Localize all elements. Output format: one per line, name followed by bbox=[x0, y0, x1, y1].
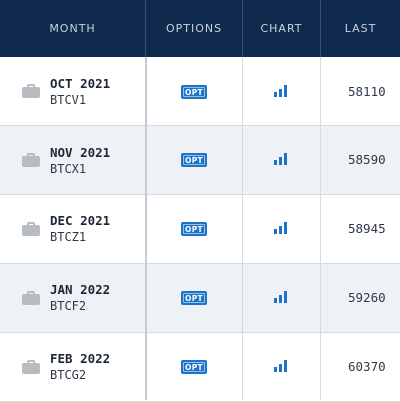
contract-code: BTCV1 bbox=[50, 93, 87, 107]
header-chart[interactable]: CHART bbox=[243, 0, 320, 57]
table-row[interactable]: FEB 2022 BTCG2 OPT 60370 bbox=[0, 333, 400, 402]
header-last[interactable]: LAST bbox=[321, 0, 400, 57]
contract-code: BTCG2 bbox=[50, 368, 87, 382]
last-price: 60370 bbox=[348, 359, 386, 374]
bar-chart-icon[interactable] bbox=[274, 85, 288, 97]
table-row[interactable]: JAN 2022 BTCF2 OPT 59260 bbox=[0, 264, 400, 333]
header-month[interactable]: MONTH bbox=[0, 0, 145, 57]
contract-code: BTCZ1 bbox=[50, 230, 87, 244]
column-divider bbox=[242, 57, 243, 400]
contract-month[interactable]: NOV 2021 bbox=[50, 145, 110, 160]
last-price: 58110 bbox=[348, 84, 386, 99]
briefcase-icon bbox=[22, 360, 40, 374]
opt-badge-icon[interactable]: OPT bbox=[181, 291, 207, 305]
contract-month[interactable]: DEC 2021 bbox=[50, 213, 110, 228]
last-price: 58590 bbox=[348, 152, 386, 167]
opt-badge-icon[interactable]: OPT bbox=[181, 85, 207, 99]
bar-chart-icon[interactable] bbox=[274, 222, 288, 234]
column-divider bbox=[320, 57, 321, 400]
contract-month[interactable]: JAN 2022 bbox=[50, 282, 110, 297]
last-price: 59260 bbox=[348, 290, 386, 305]
briefcase-icon bbox=[22, 222, 40, 236]
table-row[interactable]: NOV 2021 BTCX1 OPT 58590 bbox=[0, 126, 400, 195]
last-price: 58945 bbox=[348, 221, 386, 236]
bar-chart-icon[interactable] bbox=[274, 153, 288, 165]
contract-code: BTCF2 bbox=[50, 299, 87, 313]
opt-badge-icon[interactable]: OPT bbox=[181, 360, 207, 374]
header-options[interactable]: OPTIONS bbox=[146, 0, 242, 57]
briefcase-icon bbox=[22, 153, 40, 167]
bar-chart-icon[interactable] bbox=[274, 291, 288, 303]
bar-chart-icon[interactable] bbox=[274, 360, 288, 372]
contract-month[interactable]: OCT 2021 bbox=[50, 76, 110, 91]
opt-badge-icon[interactable]: OPT bbox=[181, 222, 207, 236]
contract-month[interactable]: FEB 2022 bbox=[50, 351, 110, 366]
table-row[interactable]: OCT 2021 BTCV1 OPT 58110 bbox=[0, 57, 400, 126]
briefcase-icon bbox=[22, 84, 40, 98]
column-divider bbox=[145, 57, 147, 400]
futures-table: MONTH OPTIONS CHART LAST OCT 2021 BTCV1 … bbox=[0, 0, 400, 402]
briefcase-icon bbox=[22, 291, 40, 305]
contract-code: BTCX1 bbox=[50, 162, 87, 176]
table-row[interactable]: DEC 2021 BTCZ1 OPT 58945 bbox=[0, 195, 400, 264]
opt-badge-icon[interactable]: OPT bbox=[181, 153, 207, 167]
table-header: MONTH OPTIONS CHART LAST bbox=[0, 0, 400, 57]
